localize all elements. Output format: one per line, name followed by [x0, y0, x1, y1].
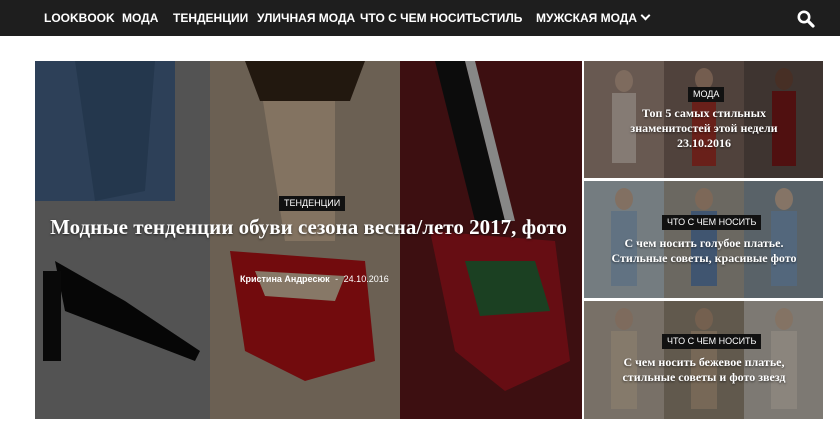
side-post-2-title[interactable]: С чем носить голубое платье. Стильные со…: [598, 236, 810, 266]
search-icon[interactable]: [796, 9, 816, 29]
top-navigation: LOOKBOOK МОДА ТЕНДЕНЦИИ УЛИЧНАЯ МОДА ЧТО…: [0, 0, 840, 36]
featured-category-badge[interactable]: ТЕНДЕНЦИИ: [279, 196, 346, 211]
post-date: 24.10.2016: [343, 274, 389, 284]
side-post-2[interactable]: ЧТО С ЧЕМ НОСИТЬ С чем носить голубое пл…: [584, 181, 823, 298]
side-post-2-category-badge[interactable]: ЧТО С ЧЕМ НОСИТЬ: [662, 215, 762, 230]
nav-item-tendencii[interactable]: ТЕНДЕНЦИИ: [173, 0, 248, 36]
nav-item-style[interactable]: СТИЛЬ: [481, 0, 522, 36]
featured-post[interactable]: ТЕНДЕНЦИИ Модные тенденции обуви сезона …: [35, 61, 582, 419]
nav-item-street-fashion[interactable]: УЛИЧНАЯ МОДА: [257, 0, 355, 36]
side-post-1-title[interactable]: Топ 5 самых стильных знаменитостей этой …: [608, 106, 800, 151]
chevron-down-icon: [640, 10, 651, 21]
side-post-1[interactable]: МОДА Топ 5 самых стильных знаменитостей …: [584, 61, 823, 178]
nav-item-mens-fashion[interactable]: МУЖСКАЯ МОДА: [536, 0, 651, 36]
featured-overlay: [35, 61, 582, 419]
nav-item-moda[interactable]: МОДА: [122, 0, 158, 36]
side-post-3-title[interactable]: С чем носить бежевое платье, стильные со…: [598, 355, 810, 385]
nav-item-mens-fashion-label: МУЖСКАЯ МОДА: [536, 11, 638, 25]
side-post-3[interactable]: ЧТО С ЧЕМ НОСИТЬ С чем носить бежевое пл…: [584, 301, 823, 419]
nav-item-what-to-wear[interactable]: ЧТО С ЧЕМ НОСИТЬ: [360, 0, 481, 36]
side-post-3-category-badge[interactable]: ЧТО С ЧЕМ НОСИТЬ: [662, 334, 762, 349]
side-post-1-category-badge[interactable]: МОДА: [688, 87, 725, 102]
featured-meta: Кристина Андресюк - 24.10.2016: [240, 274, 389, 284]
featured-title[interactable]: Модные тенденции обуви сезона весна/лето…: [50, 214, 567, 240]
nav-item-lookbook[interactable]: LOOKBOOK: [44, 0, 115, 36]
meta-separator: -: [335, 274, 339, 284]
post-author[interactable]: Кристина Андресюк: [240, 274, 330, 284]
